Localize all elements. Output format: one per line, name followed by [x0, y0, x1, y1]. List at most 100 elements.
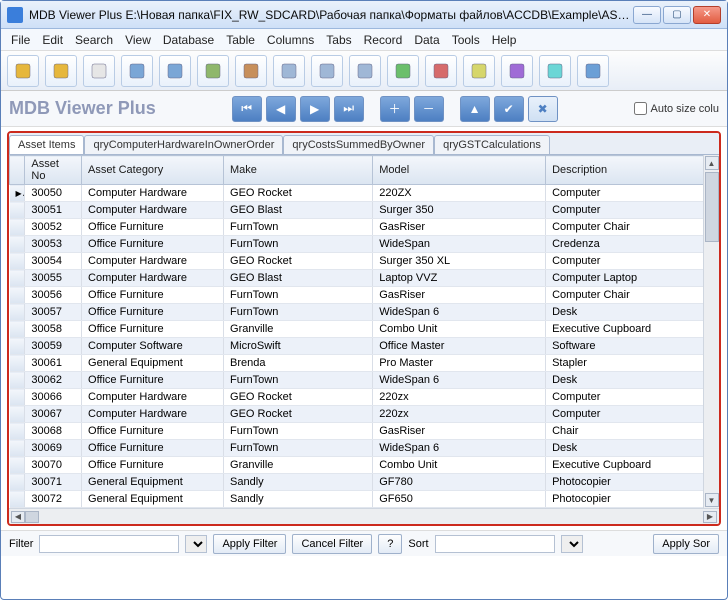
row-indicator[interactable] [10, 219, 25, 236]
cell-model[interactable]: WideSpan 6 [373, 372, 546, 389]
tab-asset-items[interactable]: Asset Items [9, 135, 84, 154]
next-icon[interactable]: ▶ [300, 96, 330, 122]
col-header-make[interactable]: Make [224, 156, 373, 185]
minimize-button[interactable]: — [633, 6, 661, 24]
folder-open-icon[interactable] [7, 55, 39, 87]
cell-desc[interactable]: Computer [546, 253, 719, 270]
menu-table[interactable]: Table [226, 33, 255, 47]
cell-cat[interactable]: Office Furniture [82, 457, 224, 474]
cell-desc[interactable]: Photocopier [546, 491, 719, 508]
menu-view[interactable]: View [125, 33, 151, 47]
cell-model[interactable]: WideSpan 6 [373, 440, 546, 457]
cell-desc[interactable]: Desk [546, 372, 719, 389]
tab-qrygstcalculations[interactable]: qryGSTCalculations [434, 135, 550, 154]
row-indicator[interactable] [10, 440, 25, 457]
tab-qrycostssummedbyowner[interactable]: qryCostsSummedByOwner [283, 135, 434, 154]
apply-filter-button[interactable]: Apply Filter [213, 534, 286, 554]
table-row[interactable]: 30070Office FurnitureGranvilleCombo Unit… [10, 457, 719, 474]
filter-help-button[interactable]: ? [378, 534, 402, 554]
cell-no[interactable]: 30056 [25, 287, 82, 304]
maximize-button[interactable]: ▢ [663, 6, 691, 24]
cell-make[interactable]: GEO Rocket [224, 406, 373, 423]
row-indicator[interactable] [10, 270, 25, 287]
db-tree-icon[interactable] [577, 55, 609, 87]
cell-cat[interactable]: Office Furniture [82, 321, 224, 338]
cell-desc[interactable]: Computer [546, 185, 719, 202]
search-icon[interactable] [121, 55, 153, 87]
cell-make[interactable]: Granville [224, 457, 373, 474]
row-indicator[interactable] [10, 457, 25, 474]
cell-make[interactable]: Sandly [224, 491, 373, 508]
cell-make[interactable]: MicroSwift [224, 338, 373, 355]
hscroll-thumb[interactable] [25, 511, 39, 523]
cell-desc[interactable]: Software [546, 338, 719, 355]
table-row[interactable]: 30050Computer HardwareGEO Rocket220ZXCom… [10, 185, 719, 202]
tab-qrycomputerhardwareinownerorder[interactable]: qryComputerHardwareInOwnerOrder [84, 135, 283, 154]
sort-input[interactable] [435, 535, 555, 553]
cell-cat[interactable]: Computer Hardware [82, 202, 224, 219]
cell-model[interactable]: WideSpan 6 [373, 304, 546, 321]
cell-cat[interactable]: Office Furniture [82, 372, 224, 389]
menu-tabs[interactable]: Tabs [326, 33, 351, 47]
cell-desc[interactable]: Credenza [546, 236, 719, 253]
table-icon[interactable] [273, 55, 305, 87]
cell-make[interactable]: FurnTown [224, 287, 373, 304]
cell-model[interactable]: 220ZX [373, 185, 546, 202]
sql-icon[interactable] [197, 55, 229, 87]
row-indicator[interactable] [10, 304, 25, 321]
row-indicator[interactable] [10, 491, 25, 508]
cell-model[interactable]: Laptop VVZ [373, 270, 546, 287]
menu-record[interactable]: Record [364, 33, 403, 47]
row-add-icon[interactable] [387, 55, 419, 87]
cell-desc[interactable]: Computer [546, 406, 719, 423]
cell-model[interactable]: Surger 350 [373, 202, 546, 219]
table-row[interactable]: 30068Office FurnitureFurnTownGasRiserCha… [10, 423, 719, 440]
cell-model[interactable]: Combo Unit [373, 457, 546, 474]
cell-make[interactable]: Sandly [224, 474, 373, 491]
cell-desc[interactable]: Chair [546, 423, 719, 440]
cell-cat[interactable]: Computer Hardware [82, 185, 224, 202]
cell-make[interactable]: FurnTown [224, 423, 373, 440]
cell-cat[interactable]: Computer Hardware [82, 253, 224, 270]
cell-make[interactable]: FurnTown [224, 304, 373, 321]
row-indicator[interactable] [10, 202, 25, 219]
cell-no[interactable]: 30068 [25, 423, 82, 440]
table-row[interactable]: 30067Computer HardwareGEO Rocket220zxCom… [10, 406, 719, 423]
cell-make[interactable]: GEO Rocket [224, 253, 373, 270]
table-row[interactable]: 30055Computer HardwareGEO BlastLaptop VV… [10, 270, 719, 287]
table-row[interactable]: 30061General EquipmentBrendaPro MasterSt… [10, 355, 719, 372]
cell-make[interactable]: FurnTown [224, 440, 373, 457]
cell-cat[interactable]: General Equipment [82, 474, 224, 491]
row-delete-icon[interactable] [425, 55, 457, 87]
filter-op-select[interactable] [185, 535, 207, 553]
font-ab-icon[interactable] [501, 55, 533, 87]
cell-model[interactable]: GF780 [373, 474, 546, 491]
cell-no[interactable]: 30055 [25, 270, 82, 287]
zoom-icon[interactable] [159, 55, 191, 87]
table-row[interactable]: 30054Computer HardwareGEO RocketSurger 3… [10, 253, 719, 270]
cell-model[interactable]: WideSpan [373, 236, 546, 253]
row-indicator[interactable] [10, 236, 25, 253]
sort-icon[interactable] [463, 55, 495, 87]
blank-doc-icon[interactable] [83, 55, 115, 87]
sort-dir-select[interactable] [561, 535, 583, 553]
row-indicator[interactable] [10, 372, 25, 389]
cell-model[interactable]: 220zx [373, 389, 546, 406]
row-indicator[interactable] [10, 321, 25, 338]
cell-no[interactable]: 30050 [25, 185, 82, 202]
cell-cat[interactable]: Office Furniture [82, 287, 224, 304]
table-row[interactable]: 30058Office FurnitureGranvilleCombo Unit… [10, 321, 719, 338]
table-row[interactable]: 30057Office FurnitureFurnTownWideSpan 6D… [10, 304, 719, 321]
menu-database[interactable]: Database [163, 33, 214, 47]
cell-desc[interactable]: Computer [546, 389, 719, 406]
table-row[interactable]: 30062Office FurnitureFurnTownWideSpan 6D… [10, 372, 719, 389]
scroll-left-icon[interactable]: ◀ [11, 511, 25, 523]
cell-desc[interactable]: Computer Laptop [546, 270, 719, 287]
auto-size-col-checkbox[interactable]: Auto size colu [634, 102, 719, 115]
table-green-icon[interactable] [311, 55, 343, 87]
row-indicator[interactable] [10, 287, 25, 304]
menu-edit[interactable]: Edit [42, 33, 63, 47]
row-indicator[interactable] [10, 338, 25, 355]
cell-cat[interactable]: Computer Hardware [82, 389, 224, 406]
data-grid[interactable]: Asset NoAsset CategoryMakeModelDescripti… [9, 155, 719, 508]
